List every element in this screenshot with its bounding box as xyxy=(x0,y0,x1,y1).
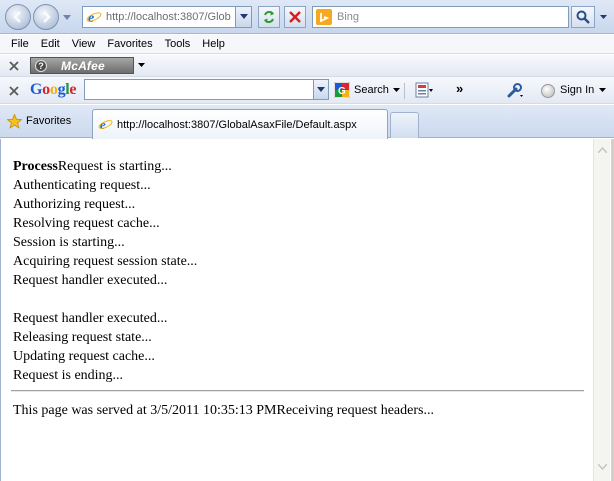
search-input[interactable]: Bing xyxy=(312,6,569,28)
menu-edit[interactable]: Edit xyxy=(35,38,66,50)
log-line: Updating request cache... xyxy=(13,349,155,364)
page-body: ProcessRequest is starting... Authentica… xyxy=(11,157,588,420)
signin-button[interactable]: Sign In xyxy=(560,84,594,96)
stop-button[interactable] xyxy=(284,6,306,28)
help-icon: ? xyxy=(35,59,47,72)
log-line: Resolving request cache... xyxy=(13,216,160,231)
svg-text:G: G xyxy=(338,86,346,97)
mcafee-label: McAfee xyxy=(61,58,105,73)
chevron-down-icon xyxy=(317,86,325,92)
tab-active[interactable]: e http://localhost:3807/GlobalAsaxFile/D… xyxy=(92,109,388,139)
toolbar-separator xyxy=(404,83,405,99)
chevron-down-icon[interactable] xyxy=(599,88,606,93)
magnifier-icon xyxy=(576,10,590,24)
log-line: Authenticating request... xyxy=(13,178,151,193)
tabs-bar: Favorites e http://localhost:3807/Global… xyxy=(0,105,614,139)
menu-bar: File Edit View Favorites Tools Help xyxy=(0,35,614,54)
menu-file[interactable]: File xyxy=(5,38,35,50)
wrench-icon[interactable] xyxy=(506,82,523,99)
menu-view[interactable]: View xyxy=(66,38,102,50)
google-search-input[interactable] xyxy=(84,79,314,100)
close-toolbar-icon[interactable] xyxy=(9,86,19,96)
address-dropdown-button[interactable] xyxy=(235,7,251,27)
log-line: Request handler executed... xyxy=(13,311,168,326)
log-line: Acquiring request session state... xyxy=(13,254,198,269)
svg-text:e: e xyxy=(88,11,94,25)
new-tab-button[interactable] xyxy=(390,112,419,138)
forward-arrow-icon xyxy=(43,11,51,23)
stop-icon xyxy=(289,11,301,23)
google-search-dropdown[interactable] xyxy=(314,79,329,100)
favorites-button[interactable]: Favorites xyxy=(26,115,71,127)
log-line-bold: Process xyxy=(13,159,58,174)
mcafee-toolbar: ? McAfee xyxy=(0,55,614,77)
back-arrow-icon xyxy=(13,11,21,23)
log-line: Releasing request state... xyxy=(13,330,152,345)
page-viewport: ProcessRequest is starting... Authentica… xyxy=(0,139,614,481)
log-line: Request is ending... xyxy=(13,368,124,383)
page-layout-icon[interactable] xyxy=(415,82,433,98)
chevron-down-icon xyxy=(597,463,607,470)
google-search-label: Search xyxy=(354,84,389,96)
ie-page-icon: e xyxy=(98,117,113,132)
mcafee-button[interactable]: ? McAfee xyxy=(30,57,134,74)
log-line: Session is starting... xyxy=(13,235,125,250)
bing-icon xyxy=(316,9,332,25)
scroll-up-button[interactable] xyxy=(594,141,610,158)
more-buttons[interactable]: » xyxy=(456,81,463,96)
log-line-rest: Request is starting... xyxy=(57,159,172,174)
chevron-down-icon[interactable] xyxy=(138,63,145,68)
ie-page-icon: e xyxy=(86,11,102,25)
google-search-button[interactable]: G Search xyxy=(334,81,400,99)
chevron-down-icon xyxy=(392,87,400,92)
back-button[interactable] xyxy=(5,4,31,30)
google-logo: Google xyxy=(30,81,77,98)
search-button[interactable] xyxy=(571,6,595,28)
search-placeholder: Bing xyxy=(337,11,360,23)
vertical-scrollbar[interactable] xyxy=(593,139,610,481)
chevron-up-icon xyxy=(597,146,607,153)
forward-button[interactable] xyxy=(33,4,59,30)
scroll-down-button[interactable] xyxy=(594,458,610,475)
history-dropdown-icon[interactable] xyxy=(63,13,71,21)
refresh-icon xyxy=(264,11,274,23)
log-line: ProcessRequest is starting... xyxy=(13,157,588,176)
close-toolbar-icon[interactable] xyxy=(9,61,19,71)
tab-title: http://localhost:3807/GlobalAsaxFile/Def… xyxy=(117,118,357,131)
menu-tools[interactable]: Tools xyxy=(159,38,197,50)
signin-icon xyxy=(541,84,555,98)
favorites-star-icon xyxy=(7,114,22,129)
log-line: Request handler executed... xyxy=(13,273,168,288)
svg-text:e: e xyxy=(100,117,106,132)
address-bar: e http://localhost:3807/Glob Bing xyxy=(0,0,614,34)
menu-help[interactable]: Help xyxy=(196,38,231,50)
served-at-line: This page was served at 3/5/2011 10:35:1… xyxy=(13,403,434,418)
log-line: Authorizing request... xyxy=(13,197,136,212)
horizontal-rule xyxy=(11,390,584,392)
menu-favorites[interactable]: Favorites xyxy=(101,38,158,50)
chevron-down-icon xyxy=(239,14,248,19)
google-g-icon: G xyxy=(334,82,350,98)
address-text: http://localhost:3807/Glob xyxy=(106,11,231,23)
address-field[interactable]: e http://localhost:3807/Glob xyxy=(82,6,252,28)
refresh-button[interactable] xyxy=(258,6,280,28)
chevron-down-icon xyxy=(600,14,607,19)
google-toolbar: Google G Search » Sign In xyxy=(0,77,614,104)
search-options-dropdown[interactable] xyxy=(597,6,610,28)
